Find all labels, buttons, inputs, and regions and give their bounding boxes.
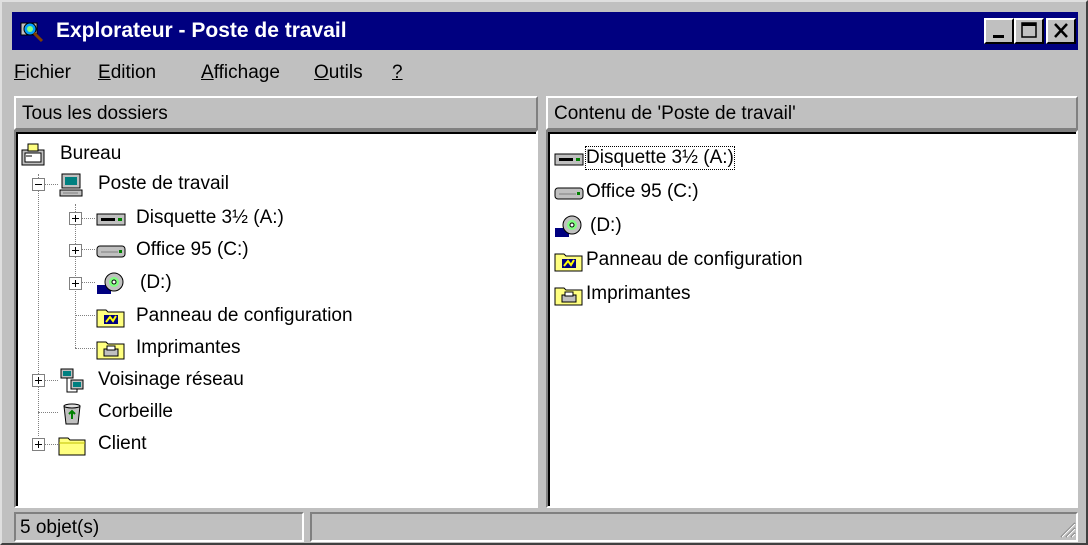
desktop-icon: [20, 142, 48, 168]
hard-drive-icon: [96, 238, 126, 264]
tree-item-label: (D:): [140, 272, 172, 293]
control-panel-icon: [554, 248, 583, 274]
printers-folder-icon: [554, 282, 583, 308]
tree-item-label: Bureau: [60, 143, 122, 164]
cdrom-drive-icon: [96, 271, 124, 297]
explorer-icon[interactable]: [20, 19, 46, 43]
menu-edition[interactable]: Edition: [98, 62, 156, 84]
pane-splitter[interactable]: [538, 130, 546, 506]
tree-line: [75, 204, 76, 348]
tree-item-disquette[interactable]: Disquette 3½ (A:): [96, 204, 396, 234]
tree-item-label: Voisinage réseau: [98, 369, 244, 390]
tree-item-label: Disquette 3½ (A:): [136, 207, 284, 228]
tree-item-client[interactable]: Client: [58, 430, 358, 460]
tree-item-label: Client: [98, 433, 147, 454]
recycle-bin-icon: [58, 400, 86, 426]
menu-fichier[interactable]: Fichier: [14, 62, 71, 84]
left-pane-header-label: Tous les dossiers: [22, 103, 168, 124]
content-item-office95[interactable]: Office 95 (C:): [554, 178, 854, 208]
content-item-label: Imprimantes: [586, 283, 691, 304]
menu-outils[interactable]: Outils: [314, 62, 363, 84]
cdrom-drive-icon: [554, 214, 582, 240]
content-item-disquette[interactable]: Disquette 3½ (A:): [554, 144, 854, 174]
tree-item-label: Poste de travail: [98, 173, 229, 194]
menu-affichage[interactable]: Affichage: [201, 62, 280, 84]
tree-line: [75, 348, 95, 349]
close-button[interactable]: [1046, 18, 1076, 44]
content-item-label: Office 95 (C:): [586, 181, 699, 202]
maximize-button[interactable]: [1014, 18, 1044, 44]
expand-toggle[interactable]: [69, 244, 82, 257]
tree-item-voisinage[interactable]: Voisinage réseau: [58, 366, 358, 396]
menu-help[interactable]: ?: [392, 62, 403, 84]
folder-icon: [58, 432, 86, 458]
content-item-label: (D:): [590, 215, 622, 236]
minimize-button[interactable]: [984, 18, 1014, 44]
tree-item-cdrom[interactable]: (D:): [96, 269, 396, 299]
content-item-panneau[interactable]: Panneau de configuration: [554, 246, 894, 276]
tree-item-bureau[interactable]: Bureau: [20, 140, 320, 170]
tree-item-corbeille[interactable]: Corbeille: [58, 398, 358, 428]
expand-toggle[interactable]: [69, 212, 82, 225]
computer-icon: [58, 172, 86, 198]
contents-pane[interactable]: Disquette 3½ (A:) Office 95 (C:) (D:) Pa…: [546, 130, 1078, 508]
content-item-cdrom[interactable]: (D:): [554, 212, 854, 242]
hard-drive-icon: [554, 180, 584, 206]
tree-item-label: Corbeille: [98, 401, 173, 422]
tree-line: [38, 412, 58, 413]
status-object-count: 5 objet(s): [14, 512, 304, 542]
tree-item-label: Panneau de configuration: [136, 305, 353, 326]
status-bar: 5 objet(s): [14, 512, 1078, 544]
tree-line: [38, 174, 39, 436]
network-icon: [58, 368, 86, 394]
expand-toggle[interactable]: [69, 277, 82, 290]
expand-toggle[interactable]: [32, 438, 45, 451]
tree-line: [75, 315, 95, 316]
left-pane-header[interactable]: Tous les dossiers: [14, 96, 538, 130]
content-item-label: Disquette 3½ (A:): [585, 146, 735, 170]
window-title: Explorateur - Poste de travail: [56, 19, 347, 42]
content-item-imprimantes[interactable]: Imprimantes: [554, 280, 854, 310]
expand-toggle[interactable]: [32, 374, 45, 387]
resize-grip-icon[interactable]: [1058, 520, 1076, 538]
status-detail: [310, 512, 1078, 542]
tree-item-panneau[interactable]: Panneau de configuration: [96, 302, 436, 332]
content-item-label: Panneau de configuration: [586, 249, 803, 270]
right-pane-header[interactable]: Contenu de 'Poste de travail': [546, 96, 1078, 130]
control-panel-icon: [96, 304, 125, 330]
tree-item-poste-de-travail[interactable]: Poste de travail: [58, 170, 358, 200]
tree-item-label: Office 95 (C:): [136, 239, 249, 260]
right-pane-header-label: Contenu de 'Poste de travail': [554, 103, 796, 124]
status-count-label: 5 objet(s): [20, 517, 100, 538]
collapse-toggle[interactable]: [32, 178, 45, 191]
printers-folder-icon: [96, 336, 125, 362]
tree-item-label: Imprimantes: [136, 337, 241, 358]
tree-item-office95[interactable]: Office 95 (C:): [96, 236, 396, 266]
tree-item-imprimantes[interactable]: Imprimantes: [96, 334, 396, 364]
floppy-drive-icon: [554, 146, 584, 172]
floppy-drive-icon: [96, 206, 126, 232]
explorer-window: Explorateur - Poste de travail Fichier E…: [0, 0, 1088, 545]
title-bar[interactable]: Explorateur - Poste de travail: [12, 12, 1078, 50]
folder-tree-pane[interactable]: Bureau Poste de travail Disquette 3½ (A:…: [14, 130, 538, 508]
